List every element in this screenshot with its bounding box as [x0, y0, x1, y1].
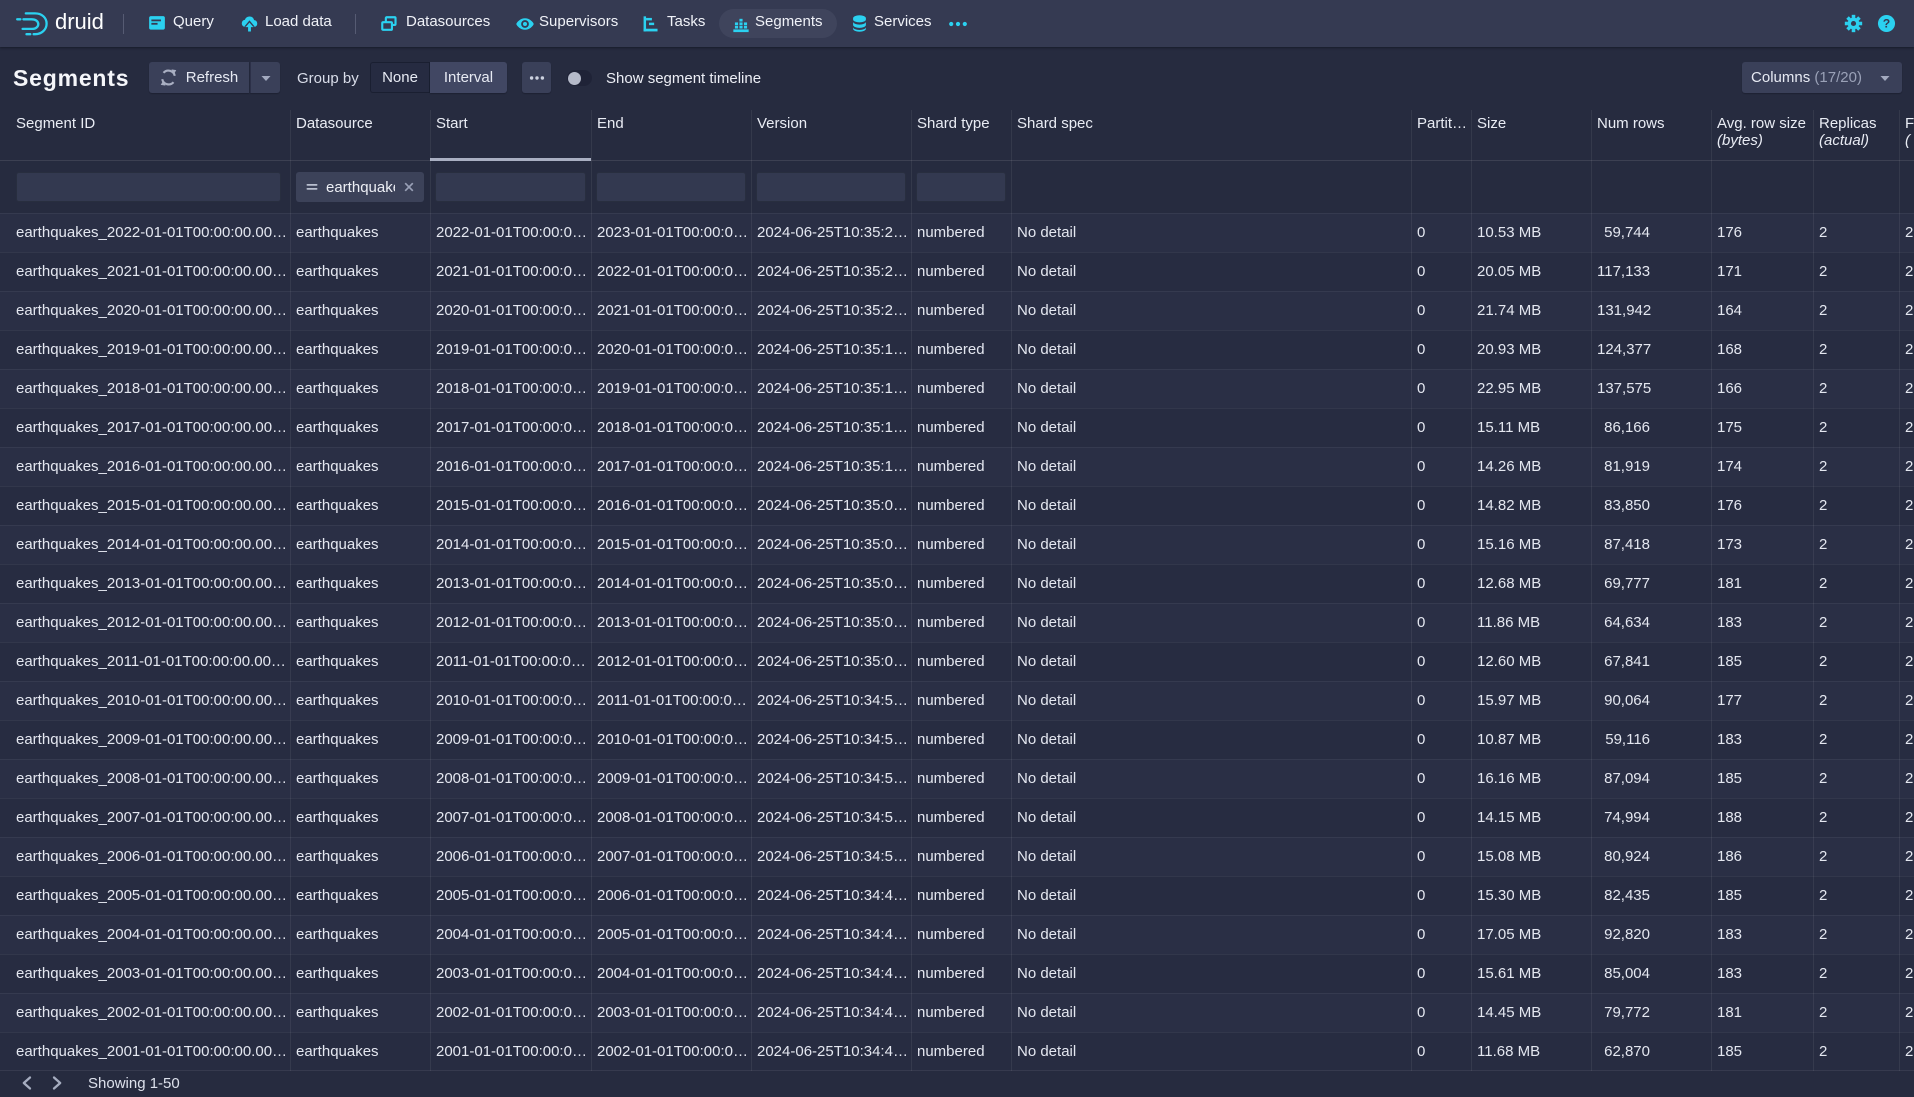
svg-text:?: ?	[1883, 17, 1890, 31]
